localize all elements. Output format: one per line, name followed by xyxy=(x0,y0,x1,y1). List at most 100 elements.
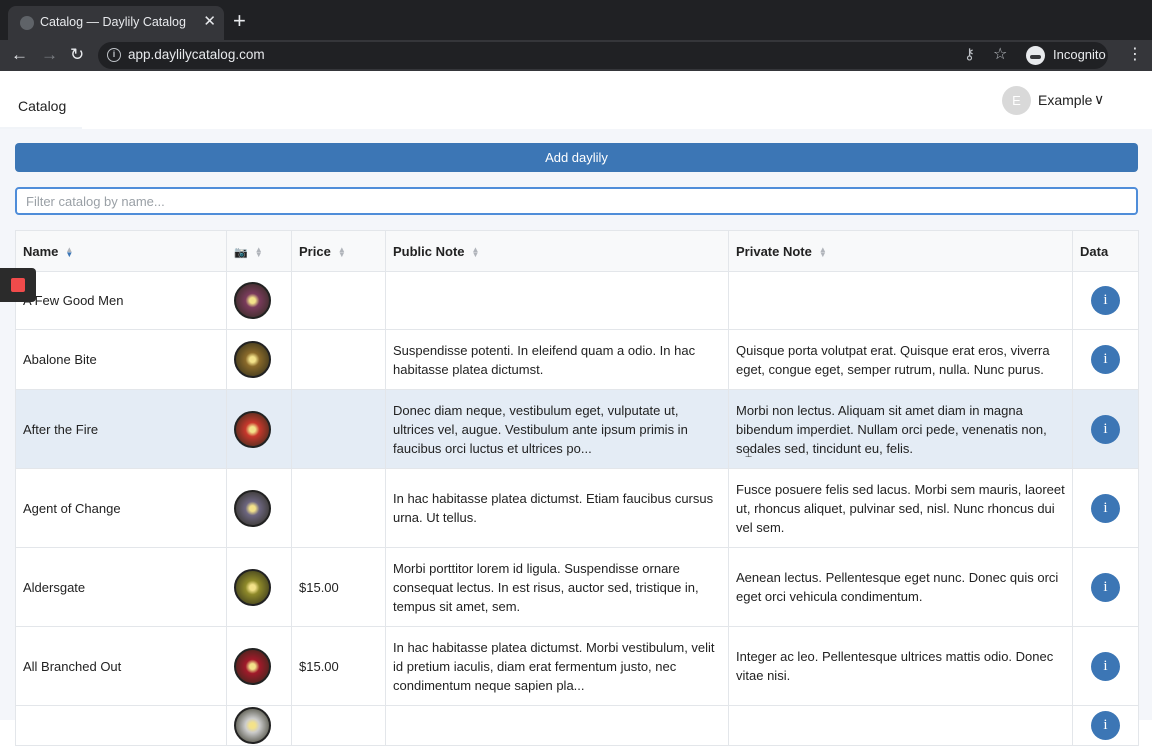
cell-price xyxy=(291,705,386,746)
back-icon[interactable]: ← xyxy=(11,42,28,68)
user-avatar[interactable]: E xyxy=(1002,86,1031,115)
cell-name: All Branched Out xyxy=(15,626,227,706)
new-tab-icon[interactable]: + xyxy=(233,8,246,34)
cell-price xyxy=(291,389,386,469)
cell-data: i xyxy=(1072,329,1139,390)
daylily-thumbnail[interactable] xyxy=(234,341,271,378)
info-button-icon[interactable]: i xyxy=(1091,651,1120,681)
cell-data: i xyxy=(1072,468,1139,548)
cell-price: $15.00 xyxy=(291,626,386,706)
sort-icon[interactable]: ▲ ▼ xyxy=(255,246,263,259)
site-info-icon[interactable]: i xyxy=(107,48,121,62)
incognito-label: Incognito xyxy=(1053,47,1106,62)
cell-data: i xyxy=(1072,547,1139,627)
cell-photo xyxy=(226,271,292,330)
table-row[interactable]: i xyxy=(15,705,1139,746)
cell-name: Abalone Bite xyxy=(15,329,227,390)
info-button-icon[interactable]: i xyxy=(1091,414,1120,444)
info-button-icon[interactable]: i xyxy=(1091,493,1120,523)
chevron-down-icon[interactable]: ∨ xyxy=(1094,91,1104,108)
cell-private-note: Morbi non lectus. Aliquam sit amet diam … xyxy=(728,389,1073,469)
cell-private-note: Quisque porta volutpat erat. Quisque era… xyxy=(728,329,1073,390)
cell-public-note: In hac habitasse platea dictumst. Morbi … xyxy=(385,626,729,706)
daylily-thumbnail[interactable] xyxy=(234,410,271,448)
daylily-thumbnail[interactable] xyxy=(234,647,271,685)
tab-title: Catalog — Daylily Catalog xyxy=(40,15,186,29)
nav-catalog-link[interactable]: Catalog xyxy=(18,98,66,114)
add-daylily-button[interactable]: Add daylily xyxy=(15,143,1138,172)
browser-toolbar: ← → ↻ i app.daylilycatalog.com ⚷ ☆ Incog… xyxy=(0,40,1152,71)
daylily-thumbnail[interactable] xyxy=(234,707,271,744)
info-button-icon[interactable]: i xyxy=(1091,711,1120,740)
cell-name: After the Fire xyxy=(15,389,227,469)
cell-private-note xyxy=(728,271,1073,330)
cell-photo xyxy=(226,705,292,746)
browser-menu-icon[interactable]: ⋮ xyxy=(1127,43,1143,67)
browser-tab[interactable]: Catalog — Daylily Catalog ✕ xyxy=(8,6,224,40)
cell-public-note xyxy=(385,705,729,746)
favicon-icon xyxy=(20,16,34,30)
cell-photo xyxy=(226,468,292,548)
cell-data: i xyxy=(1072,389,1139,469)
sort-icon[interactable]: ▲ ▼ xyxy=(472,246,480,259)
info-button-icon[interactable]: i xyxy=(1091,345,1120,374)
table-row[interactable]: All Branched Out $15.00 In hac habitasse p… xyxy=(15,626,1139,706)
column-header-private-note[interactable]: Private Note ▲ ▼ xyxy=(728,230,1073,272)
sort-icon[interactable]: ▲ ▼ xyxy=(338,246,346,259)
cell-photo xyxy=(226,329,292,390)
daylily-thumbnail[interactable] xyxy=(234,568,271,606)
cell-public-note: In hac habitasse platea dictumst. Etiam … xyxy=(385,468,729,548)
info-button-icon[interactable]: i xyxy=(1091,286,1120,315)
forward-icon[interactable]: → xyxy=(41,42,58,68)
cell-name xyxy=(15,705,227,746)
column-header-name[interactable]: Name ▲ ▼ xyxy=(15,230,227,272)
table-row[interactable]: After the Fire Donec diam neque, vestibul… xyxy=(15,389,1139,469)
cell-private-note: Integer ac leo. Pellentesque ultrices ma… xyxy=(728,626,1073,706)
table-row[interactable]: Aldersgate $15.00 Morbi porttitor lorem id… xyxy=(15,547,1139,627)
cell-name: A Few Good Men xyxy=(15,271,227,330)
address-bar[interactable]: i app.daylilycatalog.com ⚷ ☆ Incognito xyxy=(98,42,1108,69)
column-header-price[interactable]: Price ▲ ▼ xyxy=(291,230,386,272)
daylily-thumbnail[interactable] xyxy=(234,282,271,319)
info-button-icon[interactable]: i xyxy=(1091,572,1120,602)
table-row[interactable]: Agent of Change In hac habitasse platea d… xyxy=(15,468,1139,548)
cell-price xyxy=(291,468,386,548)
filter-input[interactable] xyxy=(15,187,1138,215)
column-header-data: Data xyxy=(1072,230,1139,272)
column-header-public-note[interactable]: Public Note ▲ ▼ xyxy=(385,230,729,272)
cell-public-note: Morbi porttitor lorem id ligula. Suspend… xyxy=(385,547,729,627)
cell-public-note xyxy=(385,271,729,330)
cell-price xyxy=(291,329,386,390)
key-icon[interactable]: ⚷ xyxy=(964,45,975,63)
daylily-thumbnail[interactable] xyxy=(234,489,271,527)
cell-private-note: Aenean lectus. Pellentesque eget nunc. D… xyxy=(728,547,1073,627)
reload-icon[interactable]: ↻ xyxy=(70,42,84,68)
cell-data: i xyxy=(1072,626,1139,706)
cell-price: $15.00 xyxy=(291,547,386,627)
table-row[interactable]: Abalone Bite Suspendisse potenti. In elei… xyxy=(15,329,1139,390)
browser-tabbar: Catalog — Daylily Catalog ✕ + xyxy=(0,0,1152,40)
cell-photo xyxy=(226,389,292,469)
cell-price xyxy=(291,271,386,330)
incognito-icon xyxy=(1026,46,1045,65)
camera-icon: 📷 xyxy=(234,246,248,259)
table-header-row: Name ▲ ▼ 📷 ▲ ▼ Price ▲ ▼ Public Note ▲ ▼ Private… xyxy=(15,230,1139,272)
cell-private-note xyxy=(728,705,1073,746)
table-row[interactable]: A Few Good Men i xyxy=(15,271,1139,330)
cell-public-note: Suspendisse potenti. In eleifend quam a … xyxy=(385,329,729,390)
user-menu-name[interactable]: Example xyxy=(1038,92,1092,108)
recording-indicator[interactable] xyxy=(0,268,36,302)
url-text[interactable]: app.daylilycatalog.com xyxy=(128,47,265,62)
cell-data: i xyxy=(1072,705,1139,746)
bookmark-star-icon[interactable]: ☆ xyxy=(993,44,1007,64)
cell-private-note: Fusce posuere felis sed lacus. Morbi sem… xyxy=(728,468,1073,548)
main-content: Add daylily Name▲▼ 📷 ▲▼ Price▲▼ Public No… xyxy=(0,129,1152,746)
cell-public-note: Donec diam neque, vestibulum eget, vulpu… xyxy=(385,389,729,469)
sort-icon[interactable]: ▲ ▼ xyxy=(819,246,827,259)
cell-name: Agent of Change xyxy=(15,468,227,548)
app-header: Catalog E Example ∨ xyxy=(0,71,1152,129)
column-header-photo[interactable]: 📷 ▲ ▼ xyxy=(226,230,292,272)
sort-icon[interactable]: ▲ ▼ xyxy=(65,246,73,259)
close-tab-icon[interactable]: ✕ xyxy=(203,12,216,32)
catalog-table: Name ▲ ▼ 📷 ▲ ▼ Price ▲ ▼ Public Note ▲ ▼ Private… xyxy=(15,230,1139,746)
